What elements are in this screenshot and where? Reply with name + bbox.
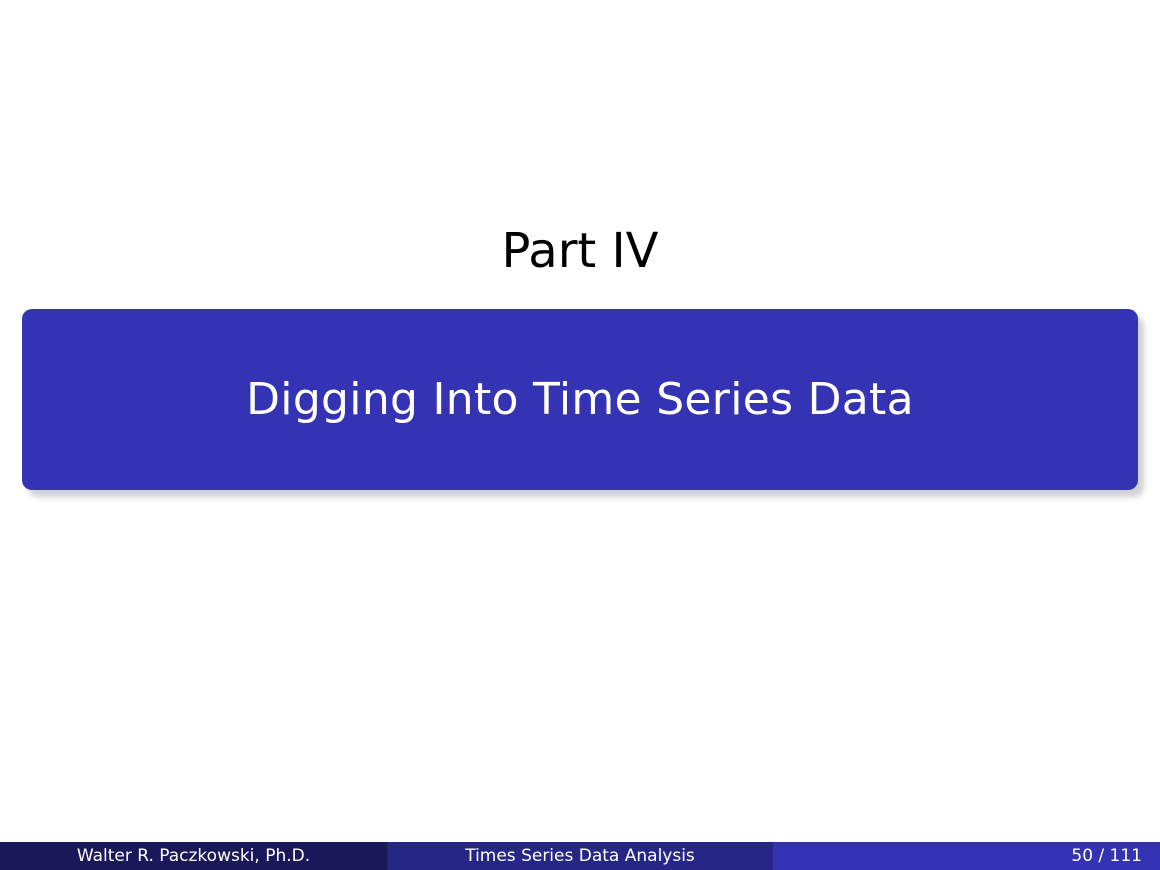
part-title-box: Digging Into Time Series Data — [22, 309, 1138, 490]
part-name: Digging Into Time Series Data — [246, 373, 914, 425]
footer-page-number: 50 / 111 — [773, 842, 1160, 870]
footer-bar: Walter R. Paczkowski, Ph.D. Times Series… — [0, 842, 1160, 870]
footer-author: Walter R. Paczkowski, Ph.D. — [0, 842, 387, 870]
footer-title: Times Series Data Analysis — [387, 842, 773, 870]
slide: Part IV Digging Into Time Series Data Wa… — [0, 0, 1160, 870]
part-label: Part IV — [501, 223, 659, 279]
